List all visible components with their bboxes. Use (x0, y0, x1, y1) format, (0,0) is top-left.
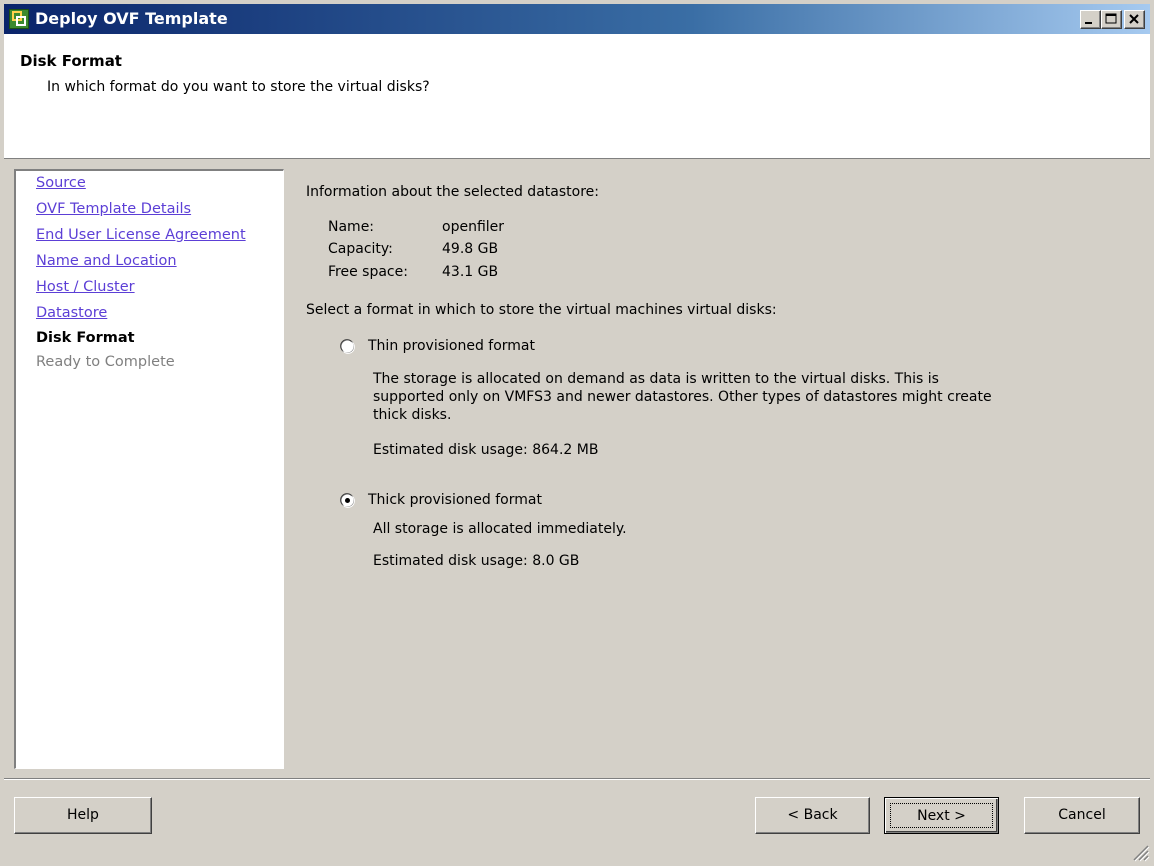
datastore-capacity-value: 49.8 GB (442, 241, 499, 257)
cancel-button[interactable]: Cancel (1024, 797, 1140, 834)
thin-format-radio[interactable] (340, 339, 355, 354)
vsphere-app-icon (9, 9, 29, 29)
datastore-free-label: Free space: (328, 264, 408, 280)
step-ready-to-complete: Ready to Complete (36, 354, 175, 370)
step-name-and-location[interactable]: Name and Location (36, 253, 177, 269)
wizard-header: Disk Format In which format do you want … (4, 34, 1150, 159)
back-button[interactable]: < Back (755, 797, 870, 834)
window-title: Deploy OVF Template (35, 9, 228, 28)
page-title: Disk Format (20, 52, 122, 70)
close-icon (1129, 14, 1139, 24)
thick-format-label[interactable]: Thick provisioned format (368, 492, 542, 508)
minimize-button[interactable] (1080, 10, 1101, 29)
thin-format-label[interactable]: Thin provisioned format (368, 338, 535, 354)
deploy-ovf-window: Deploy OVF Template Disk Format In which… (0, 0, 1154, 866)
close-button[interactable] (1124, 10, 1145, 29)
datastore-capacity-label: Capacity: (328, 241, 393, 257)
format-prompt: Select a format in which to store the vi… (306, 302, 777, 318)
footer-separator (4, 778, 1150, 780)
help-button[interactable]: Help (14, 797, 152, 834)
thin-format-description: The storage is allocated on demand as da… (373, 371, 992, 423)
thin-format-usage: Estimated disk usage: 864.2 MB (373, 442, 599, 458)
disk-format-panel: Information about the selected datastore… (306, 180, 1126, 580)
datastore-info-heading: Information about the selected datastore… (306, 184, 599, 200)
thick-format-usage: Estimated disk usage: 8.0 GB (373, 553, 580, 569)
minimize-icon (1085, 22, 1092, 24)
thick-format-description: All storage is allocated immediately. (373, 521, 627, 537)
page-subtitle: In which format do you want to store the… (47, 79, 430, 95)
next-button[interactable]: Next > (884, 797, 999, 834)
datastore-name-label: Name: (328, 219, 375, 235)
step-datastore[interactable]: Datastore (36, 305, 107, 321)
step-disk-format: Disk Format (36, 330, 135, 346)
datastore-name-value: openfiler (442, 219, 505, 235)
datastore-free-value: 43.1 GB (442, 264, 499, 280)
maximize-button[interactable] (1101, 10, 1122, 29)
step-source[interactable]: Source (36, 175, 86, 191)
step-ovf-template-details[interactable]: OVF Template Details (36, 201, 191, 217)
step-host-cluster[interactable]: Host / Cluster (36, 279, 135, 295)
next-button-label: Next > (890, 803, 993, 828)
step-eula[interactable]: End User License Agreement (36, 227, 246, 243)
title-bar[interactable]: Deploy OVF Template (4, 4, 1150, 34)
maximize-icon (1105, 13, 1117, 24)
wizard-steps-sidebar: Source OVF Template Details End User Lic… (14, 169, 284, 769)
resize-grip-icon[interactable] (1128, 840, 1150, 862)
thick-format-radio[interactable] (340, 493, 355, 508)
